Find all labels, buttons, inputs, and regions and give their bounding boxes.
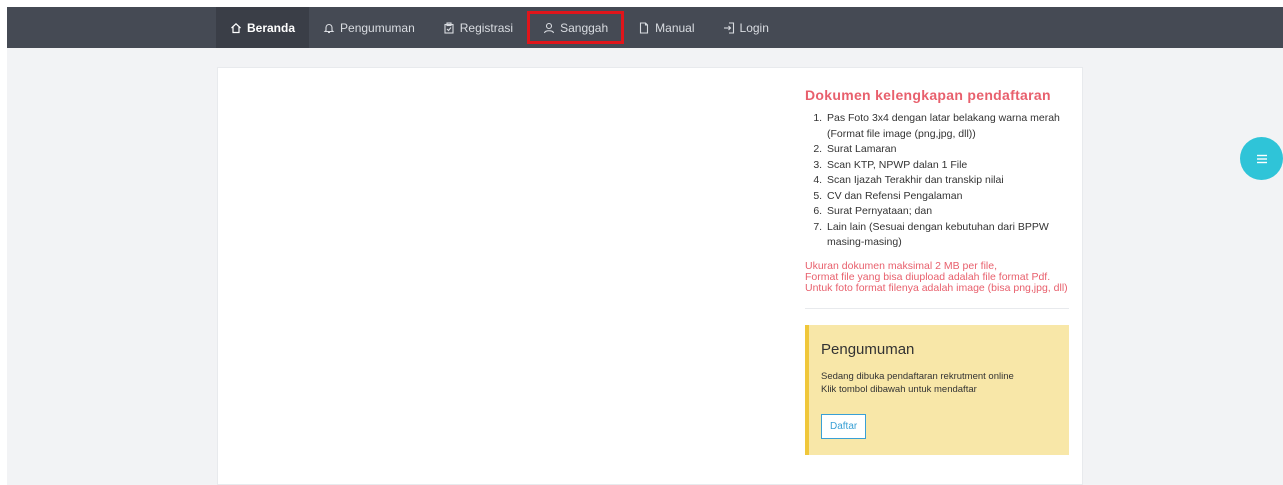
nav-item-sanggah[interactable]: Sanggah: [527, 11, 625, 44]
upload-note: Ukuran dokumen maksimal 2 MB per file, F…: [805, 259, 1069, 294]
frame-left: [0, 0, 7, 485]
nav-item-pengumuman[interactable]: Pengumuman: [309, 7, 429, 48]
note-line: Format file yang bisa diupload adalah fi…: [805, 270, 1051, 283]
nav-menu: Beranda Pengumuman Registrasi Sanggah Ma…: [216, 7, 783, 48]
top-navbar: Beranda Pengumuman Registrasi Sanggah Ma…: [7, 7, 1283, 48]
menu-icon: [1255, 152, 1269, 166]
note-line: Ukuran dokumen maksimal 2 MB per file,: [805, 259, 997, 272]
floating-menu-button[interactable]: [1240, 137, 1283, 180]
divider: [805, 307, 1069, 309]
list-item: Scan Ijazah Terakhir dan transkip nilai: [825, 173, 1069, 189]
clipboard-icon: [443, 21, 455, 34]
documents-title: Dokumen kelengkapan pendaftaran: [805, 87, 1051, 103]
list-item: Surat Lamaran: [825, 142, 1069, 158]
login-icon: [723, 21, 735, 34]
nav-item-manual[interactable]: Manual: [624, 7, 708, 48]
document-icon: [638, 21, 650, 34]
list-item: Lain lain (Sesuai dengan kebutuhan dari …: [825, 220, 1069, 251]
list-item: Surat Pernyataan; dan: [825, 204, 1069, 220]
announcement-line: Sedang dibuka pendaftaran rekrutment onl…: [821, 370, 1014, 382]
info-sidebar: Dokumen kelengkapan pendaftaran Pas Foto…: [805, 83, 1069, 455]
nav-item-beranda[interactable]: Beranda: [216, 7, 310, 48]
nav-item-label: Login: [739, 20, 769, 35]
announcement-text: Sedang dibuka pendaftaran rekrutment onl…: [821, 370, 1057, 396]
list-item: CV dan Refensi Pengalaman: [825, 189, 1069, 205]
content-panel: Dokumen kelengkapan pendaftaran Pas Foto…: [217, 67, 1083, 485]
announcement-line: Klik tombol dibawah untuk mendaftar: [821, 383, 977, 395]
bell-icon: [323, 22, 335, 34]
home-icon: [230, 22, 242, 34]
nav-item-login[interactable]: Login: [709, 7, 783, 48]
announcement-title: Pengumuman: [821, 340, 915, 358]
documents-list: Pas Foto 3x4 dengan latar belakang warna…: [805, 111, 1069, 251]
nav-item-label: Registrasi: [459, 20, 514, 35]
nav-item-label: Manual: [655, 20, 695, 35]
nav-item-label: Beranda: [247, 20, 296, 35]
list-item: Scan KTP, NPWP dalan 1 File: [825, 158, 1069, 174]
note-line: Untuk foto format filenya adalah image (…: [805, 281, 1068, 294]
announcement-box: Pengumuman Sedang dibuka pendaftaran rek…: [805, 324, 1069, 455]
list-item: Pas Foto 3x4 dengan latar belakang warna…: [825, 111, 1069, 142]
nav-item-label: Sanggah: [560, 20, 609, 35]
nav-item-registrasi[interactable]: Registrasi: [429, 7, 527, 48]
nav-item-label: Pengumuman: [340, 20, 415, 35]
user-icon: [543, 22, 555, 34]
daftar-button[interactable]: Daftar: [821, 413, 867, 439]
frame-top: [0, 0, 1283, 7]
